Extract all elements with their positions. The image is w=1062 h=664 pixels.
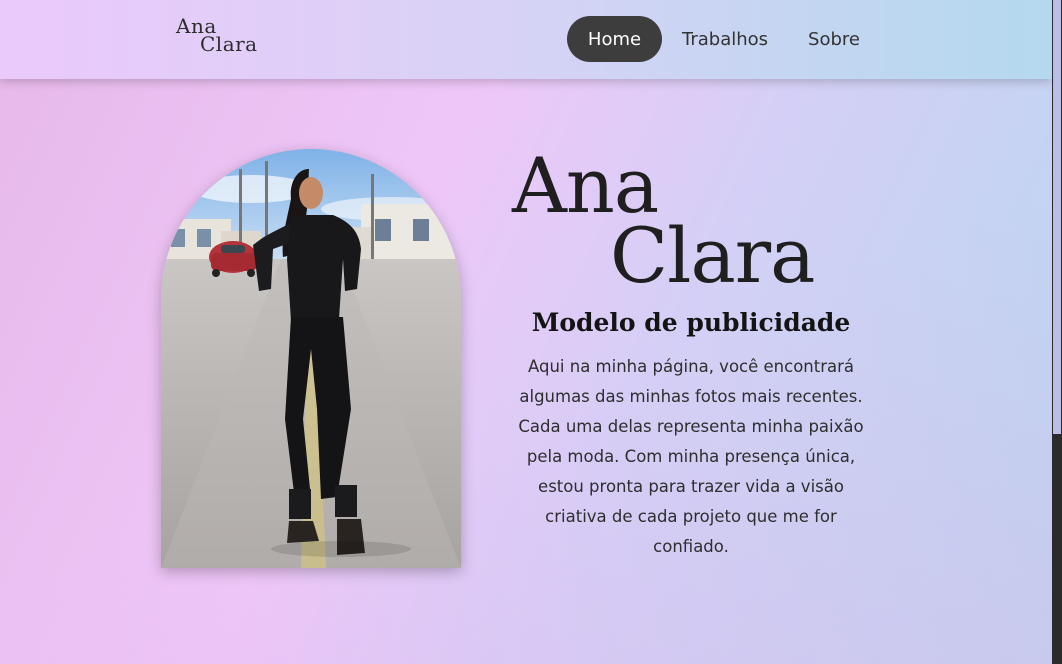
model-photo: [161, 149, 461, 568]
site-header: Ana Clara Home Trabalhos Sobre: [0, 0, 1052, 79]
nav-sobre[interactable]: Sobre: [788, 16, 880, 62]
hero-description: Aqui na minha página, você encontrará al…: [518, 357, 864, 556]
hero-name-line-2: Clara: [610, 211, 815, 300]
scrollbar-thumb[interactable]: [1053, 0, 1061, 434]
site-logo[interactable]: Ana Clara: [176, 14, 266, 58]
nav-trabalhos[interactable]: Trabalhos: [662, 16, 788, 62]
main-nav: Home Trabalhos Sobre: [567, 16, 880, 62]
nav-home[interactable]: Home: [567, 16, 662, 62]
hero-name: Ana Clara: [512, 148, 852, 296]
hero-subtitle: Modelo de publicidade: [531, 308, 851, 337]
page-scrollbar[interactable]: [1052, 0, 1062, 664]
logo-line-2: Clara: [200, 32, 258, 56]
